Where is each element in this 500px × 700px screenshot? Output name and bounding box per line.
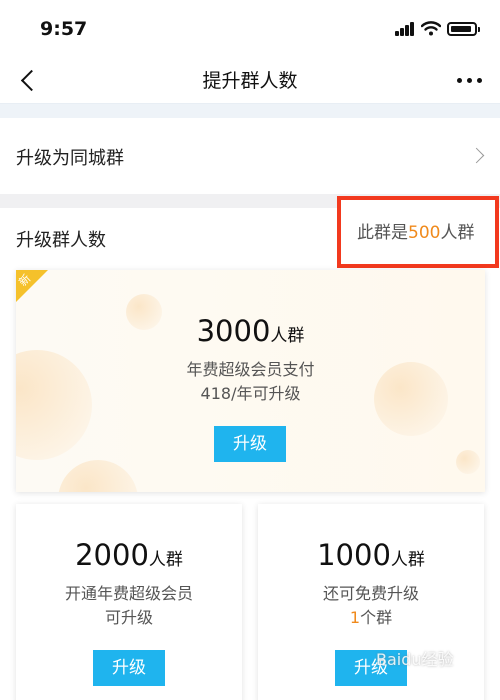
chevron-right-icon (468, 147, 485, 164)
section-title: 升级群人数 (16, 230, 106, 251)
nav-bar: 提升群人数 (0, 56, 500, 104)
current-size-highlight: 此群是500人群 (337, 196, 499, 268)
more-icon[interactable] (452, 70, 486, 90)
plan-amount-unit: 人群 (270, 326, 305, 346)
plan-condition: 可升级 (104, 608, 153, 627)
decor-bubble (58, 460, 138, 492)
upgrade-button-2000[interactable]: 升级 (93, 650, 165, 686)
plan-amount: 1000人群 (258, 538, 484, 572)
plan-amount: 2000人群 (16, 538, 242, 572)
plan-card-1000: 1000人群 还可免费升级 1个群 升级 (258, 504, 484, 700)
current-size-number: 500 (408, 223, 441, 243)
plan-amount-number: 3000 (196, 314, 271, 348)
signal-icon (395, 22, 415, 36)
current-size-suffix: 人群 (440, 223, 475, 243)
upgrade-button-3000[interactable]: 升级 (214, 426, 286, 462)
status-time: 9:57 (40, 18, 88, 40)
plan-description: 还可免费升级 (322, 584, 419, 603)
status-bar: 9:57 (0, 0, 500, 56)
wifi-icon (421, 21, 441, 36)
plan-description: 年费超级会员支付 (186, 360, 315, 379)
plan-price: 418/年可升级 (200, 384, 301, 403)
page-title: 提升群人数 (202, 70, 298, 92)
plan-amount-unit: 人群 (148, 550, 183, 570)
free-upgrades-remaining: 1个群 (258, 606, 484, 630)
divider (0, 104, 500, 118)
city-group-label: 升级为同城群 (16, 148, 124, 169)
upgrade-to-city-group-row[interactable]: 升级为同城群 (0, 118, 500, 194)
upgrade-member-count-section: 升级群人数 此群是500人群 新 3000人群 年费超级会员支付 418/年可升… (0, 196, 500, 700)
current-size-prefix: 此群是 (357, 223, 408, 243)
plan-card-2000: 2000人群 开通年费超级会员 可升级 升级 (16, 504, 242, 700)
plan-card-3000: 新 3000人群 年费超级会员支付 418/年可升级 升级 (16, 270, 485, 492)
free-upgrades-suffix: 个群 (360, 608, 393, 627)
plan-amount-unit: 人群 (390, 550, 425, 570)
plan-description: 开通年费超级会员 (64, 584, 193, 603)
decor-bubble (456, 450, 480, 474)
plan-amount: 3000人群 (16, 314, 485, 348)
battery-icon (447, 22, 480, 36)
plan-amount-number: 2000 (75, 538, 149, 572)
plan-amount-number: 1000 (317, 538, 391, 572)
watermark: Baidu经验 (376, 650, 454, 669)
free-upgrades-count: 1 (349, 608, 361, 627)
current-group-size: 此群是500人群 (357, 218, 474, 243)
